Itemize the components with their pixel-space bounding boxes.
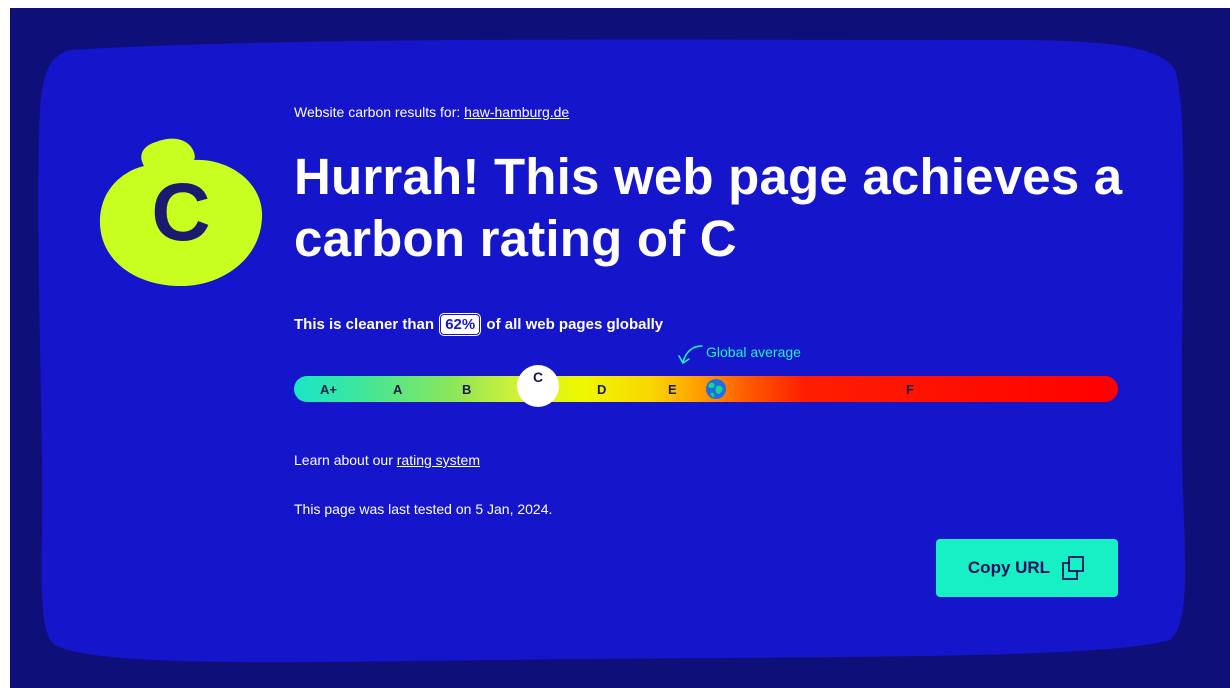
comparison-suffix: of all web pages globally xyxy=(486,316,664,333)
copy-url-button[interactable]: Copy URL xyxy=(936,539,1118,597)
learn-text: Learn about our rating system xyxy=(294,452,480,468)
comparison-prefix: This is cleaner than xyxy=(294,316,435,333)
copy-icon xyxy=(1062,556,1084,580)
grade-letter: C xyxy=(151,167,211,258)
grade-label-f: F xyxy=(906,382,914,397)
globe-icon xyxy=(706,379,726,399)
global-average-label: Global average xyxy=(706,344,801,360)
grade-label-d: D xyxy=(597,382,607,397)
grade-label-e: E xyxy=(668,382,677,397)
last-tested-text: This page was last tested on 5 Jan, 2024… xyxy=(294,501,553,517)
learn-prefix: Learn about our xyxy=(294,452,393,468)
comparison-text: This is cleaner than 62% of all web page… xyxy=(294,313,664,336)
grade-label-b: B xyxy=(462,382,472,397)
results-for: Website carbon results for: haw-hamburg.… xyxy=(294,104,569,120)
page-title: Hurrah! This web page achieves a carbon … xyxy=(294,148,1123,267)
curved-arrow-icon xyxy=(678,345,703,364)
rating-scale: A+ A B C D E F xyxy=(294,365,1118,407)
current-grade-marker: C xyxy=(517,365,559,407)
results-prefix: Website carbon results for: xyxy=(294,104,461,120)
grade-badge: C xyxy=(98,136,264,287)
percent-badge: 62% xyxy=(439,313,482,336)
grade-label-a: A xyxy=(393,382,403,397)
site-link[interactable]: haw-hamburg.de xyxy=(464,104,569,120)
rating-system-link[interactable]: rating system xyxy=(397,452,480,468)
global-average-annotation: Global average xyxy=(678,344,801,364)
grade-label-a-plus: A+ xyxy=(320,382,337,397)
copy-url-label: Copy URL xyxy=(967,558,1051,577)
